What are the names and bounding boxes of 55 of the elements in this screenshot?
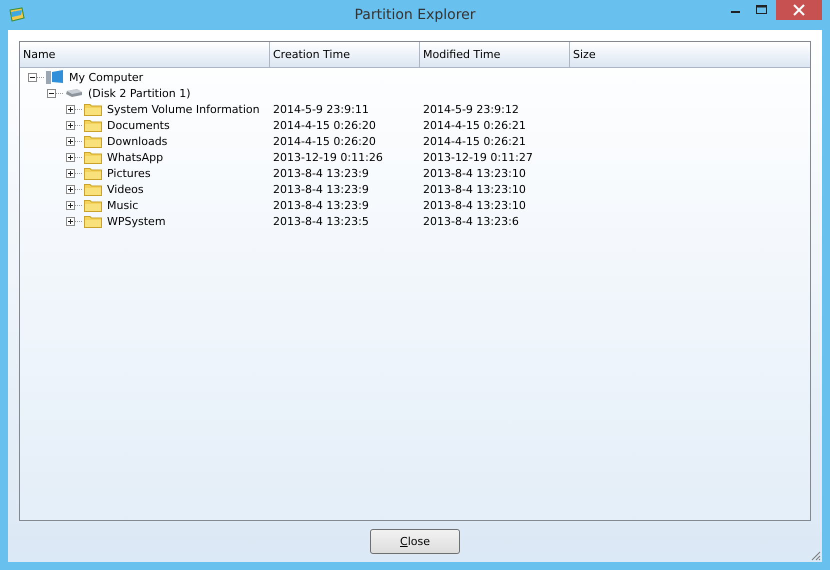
tree-item[interactable]: Downloads [107,134,168,148]
creation-time: 2013-8-4 13:23:5 [273,214,369,228]
modified-time: 2014-4-15 0:26:21 [423,118,526,132]
creation-time: 2014-5-9 23:9:11 [273,102,369,116]
tree-item[interactable]: WPSystem [107,214,166,228]
column-header[interactable]: Size [570,42,810,67]
modified-time: 2014-4-15 0:26:21 [423,134,526,148]
modified-time: 2013-8-4 13:23:10 [423,198,526,212]
tree-item[interactable]: Pictures [107,166,151,180]
expander-icon[interactable] [66,184,82,194]
folder-icon [84,150,102,164]
modified-time: 2014-5-9 23:9:12 [423,102,519,116]
folder-icon [84,214,102,228]
close-button[interactable]: Close [370,529,460,554]
folder-icon [84,166,102,180]
expander-icon[interactable] [66,168,82,178]
expander-icon[interactable] [28,72,44,82]
tree-item[interactable]: Videos [107,182,144,196]
modified-time: 2013-8-4 13:23:10 [423,182,526,196]
creation-time: 2013-8-4 13:23:9 [273,182,369,196]
column-header[interactable]: Modified Time [420,42,570,67]
tree-item[interactable]: (Disk 2 Partition 1) [88,86,191,100]
folder-icon [84,102,102,116]
creation-time: 2013-8-4 13:23:9 [273,198,369,212]
creation-time: 2013-8-4 13:23:9 [273,166,369,180]
modified-time: 2013-12-19 0:11:27 [423,150,533,164]
expander-icon[interactable] [66,152,82,162]
column-header[interactable]: Name [20,42,270,67]
resize-grip-icon[interactable] [809,549,821,561]
app-icon [8,6,26,24]
expander-icon[interactable] [66,104,82,114]
folder-icon [84,118,102,132]
expander-icon[interactable] [47,88,63,98]
expander-icon[interactable] [66,120,82,130]
folder-icon [84,134,102,148]
drive-icon [65,88,83,98]
folder-icon [84,198,102,212]
modified-time: 2013-8-4 13:23:6 [423,214,519,228]
creation-time: 2014-4-15 0:26:20 [273,134,376,148]
close-icon[interactable] [776,0,822,20]
computer-icon [46,70,64,84]
modified-time: 2013-8-4 13:23:10 [423,166,526,180]
expander-icon[interactable] [66,216,82,226]
tree-item[interactable]: System Volume Information [107,102,260,116]
tree-item[interactable]: My Computer [69,70,144,84]
window-title: Partition Explorer [353,7,477,23]
tree-item[interactable]: Music [107,198,138,212]
creation-time: 2013-12-19 0:11:26 [273,150,383,164]
column-header[interactable]: Creation Time [270,42,420,67]
tree-item[interactable]: Documents [107,118,170,132]
creation-time: 2014-4-15 0:26:20 [273,118,376,132]
folder-icon [84,182,102,196]
tree-item[interactable]: WhatsApp [107,150,164,164]
expander-icon[interactable] [66,136,82,146]
expander-icon[interactable] [66,200,82,210]
